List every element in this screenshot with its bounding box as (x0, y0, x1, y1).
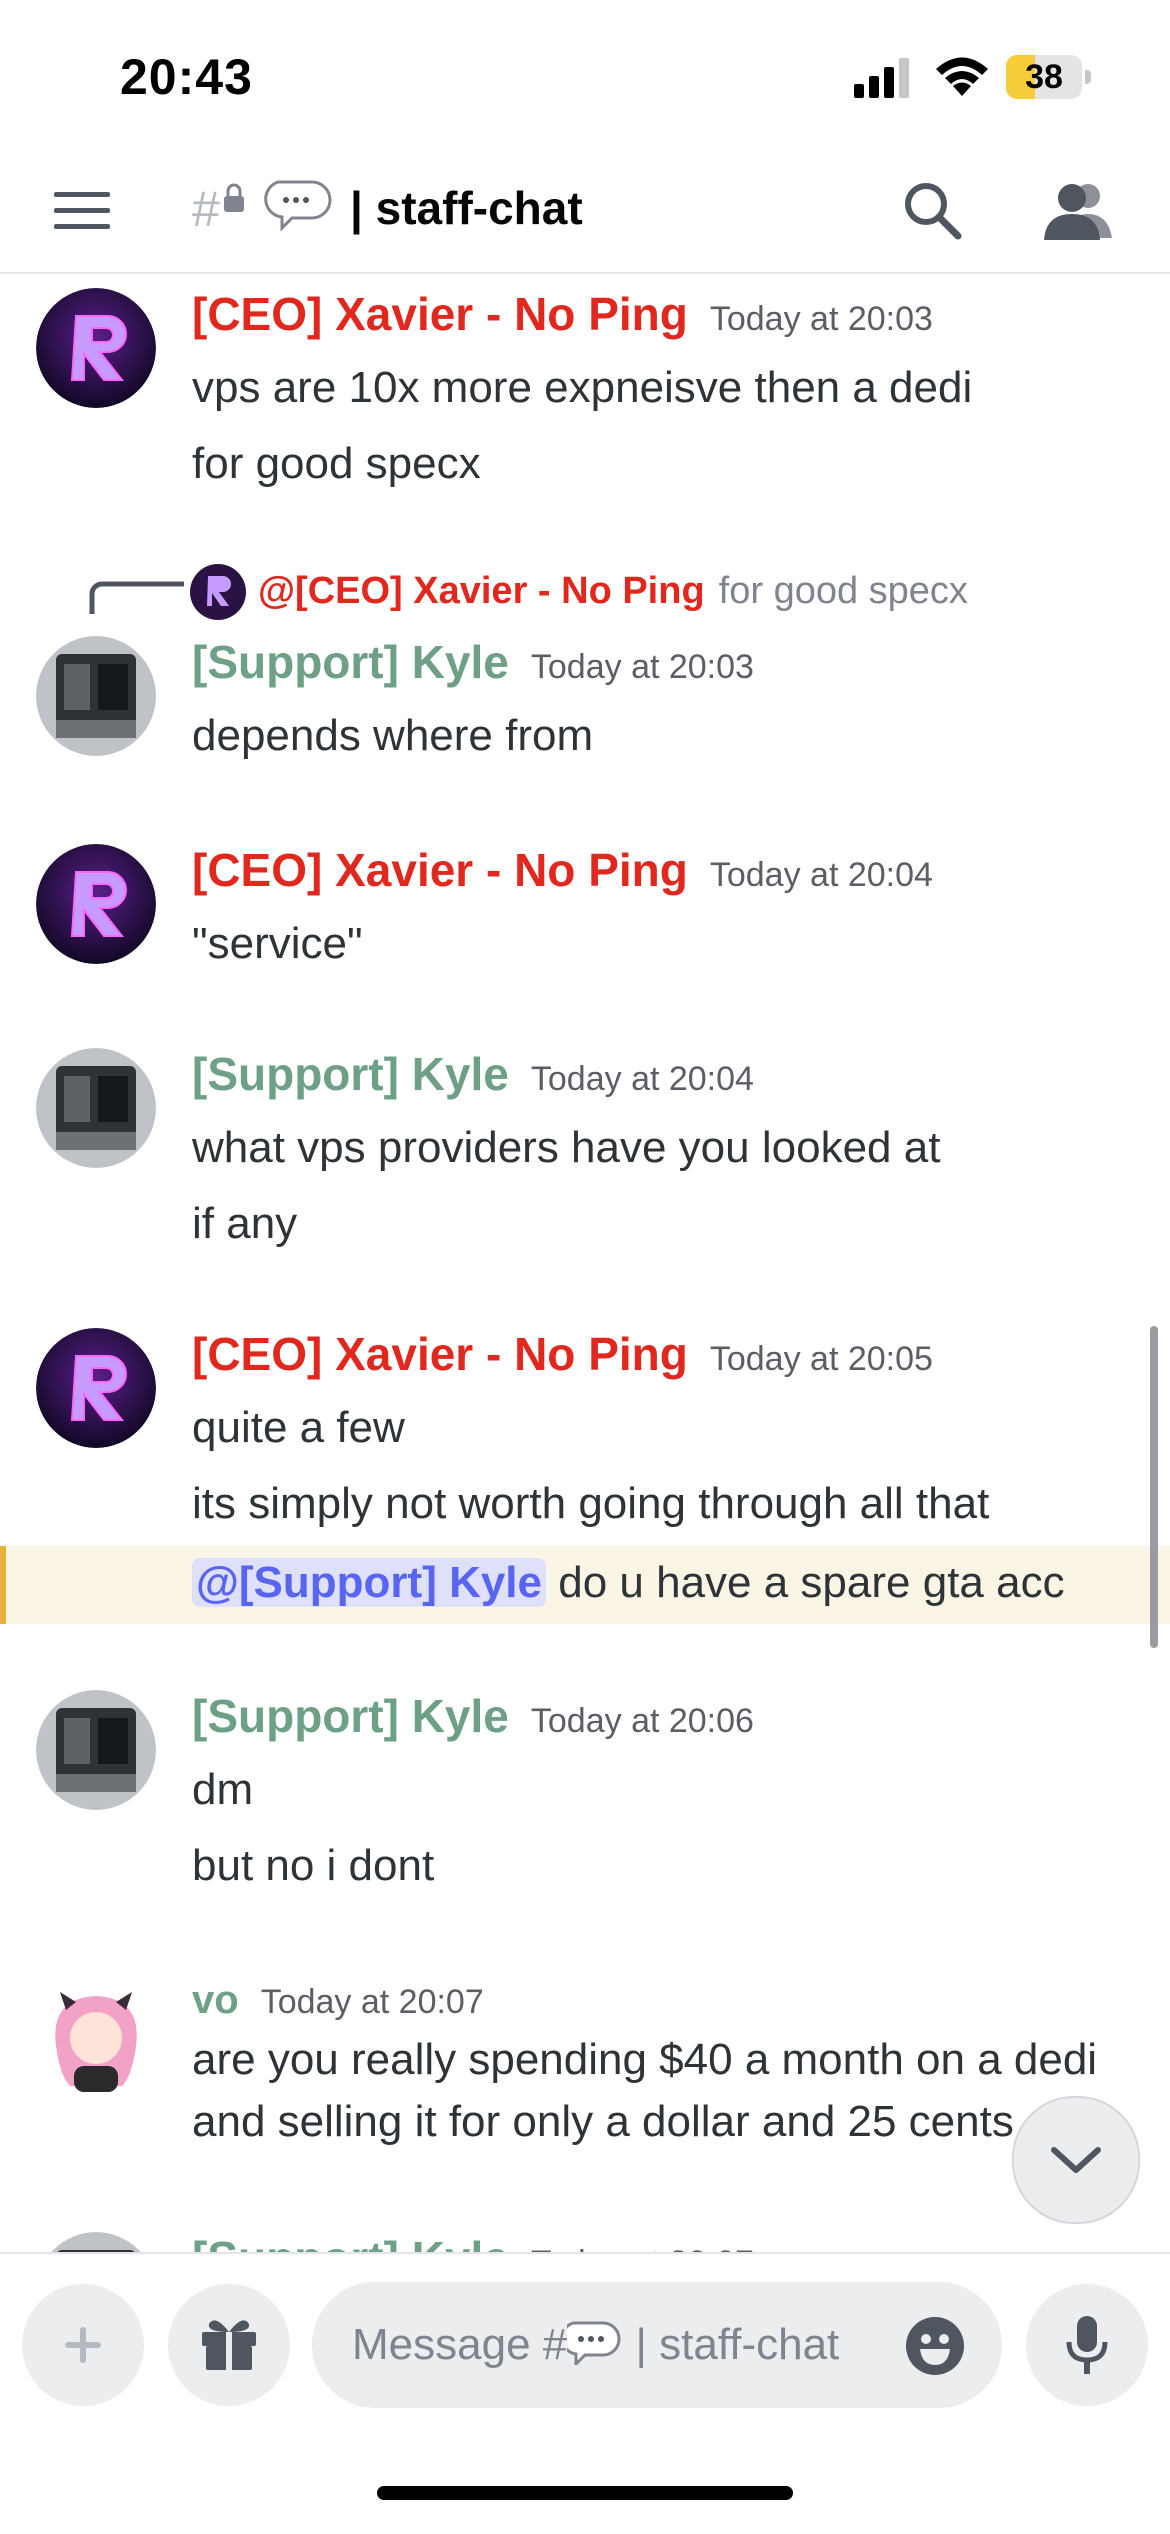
author-name[interactable]: [CEO] Xavier - No Ping Today at 20:04 (192, 842, 933, 903)
status-bar: 20:43 38 (0, 0, 1170, 150)
reply-avatar (190, 564, 246, 620)
message-text: dm (192, 1765, 254, 1814)
ceo-logo-icon (36, 288, 156, 408)
message-text-mention: @[Support] Kyle do u have a spare gta ac… (192, 1555, 1065, 1611)
author-name[interactable]: [Support] KyleToday at 20:07 (192, 2230, 754, 2252)
message-placeholder: Message # | staff-chat (352, 2320, 840, 2369)
svg-text:#: # (192, 181, 220, 237)
timestamp: Today at 20:04 (530, 1060, 754, 1098)
author-name[interactable]: vo Today at 20:07 (192, 1972, 484, 2030)
avatar-kyle[interactable] (36, 1690, 156, 1810)
message-text: quite a few (192, 1403, 405, 1452)
plus-icon (65, 2327, 101, 2363)
speech-bubble-icon (567, 2321, 621, 2365)
home-indicator[interactable] (377, 2486, 793, 2500)
kyle-avatar-image (36, 636, 156, 756)
timestamp: Today at 20:06 (530, 1702, 754, 1740)
gift-icon (202, 2320, 256, 2370)
kyle-avatar-image (51, 2232, 141, 2252)
timestamp: Today at 20:05 (709, 1340, 933, 1378)
battery-indicator: 38 (1006, 55, 1092, 99)
message-input[interactable]: Message # | staff-chat (312, 2282, 1002, 2408)
channel-type-icons: # (192, 180, 332, 237)
kyle-avatar-image (36, 1048, 156, 1168)
gift-button[interactable] (168, 2284, 290, 2406)
avatar-ceo[interactable] (36, 1328, 156, 1448)
user-mention[interactable]: @[Support] Kyle (192, 1558, 547, 1607)
author-name[interactable]: [Support] Kyle Today at 20:06 (192, 1688, 754, 1749)
author-name[interactable]: [Support] Kyle Today at 20:04 (192, 1046, 754, 1107)
message-text: its simply not worth going through all t… (192, 1479, 990, 1528)
voice-message-button[interactable] (1026, 2284, 1148, 2406)
avatar-vo[interactable] (36, 1976, 156, 2096)
avatar-kyle[interactable] (36, 636, 156, 756)
scrollbar[interactable] (1150, 1326, 1158, 1648)
reply-connector (89, 581, 184, 614)
cellular-signal-icon (854, 58, 909, 98)
author-name[interactable]: [CEO] Xavier - No Ping Today at 20:05 (192, 1326, 933, 1387)
wifi-icon (936, 57, 988, 96)
ceo-logo-icon (36, 1328, 156, 1448)
jump-to-present-button[interactable] (1012, 2096, 1140, 2224)
vo-avatar-image (36, 1976, 156, 2096)
timestamp: Today at 20:07 (260, 1983, 484, 2021)
reply-mention: @[CEO] Xavier - No Ping (258, 570, 705, 612)
timestamp: Today at 20:04 (709, 856, 933, 894)
message-text: "service" (192, 919, 363, 968)
battery-percent: 38 (1025, 58, 1063, 96)
channel-header: # | staff-chat (0, 150, 1170, 274)
reply-content: for good specx (718, 570, 968, 612)
message-text: are you really spending $40 a month on a… (192, 2035, 1098, 2084)
channel-name: staff-chat (375, 182, 583, 234)
avatar-kyle[interactable] (36, 1048, 156, 1168)
locked-channel-icon: # (192, 181, 244, 237)
menu-icon[interactable] (52, 186, 112, 236)
speech-bubble-icon (264, 180, 332, 232)
timestamp: Today at 20:03 (530, 648, 754, 686)
avatar-kyle[interactable] (36, 2232, 156, 2252)
message-text: for good specx (192, 439, 481, 488)
timestamp: Today at 20:03 (709, 300, 933, 338)
author-name[interactable]: [Support] Kyle Today at 20:03 (192, 634, 754, 695)
message-text: vps are 10x more expneisve then a dedi (192, 363, 973, 412)
reply-preview[interactable]: @[CEO] Xavier - No Ping for good specx (0, 550, 1170, 630)
chevron-down-icon (1051, 2147, 1101, 2173)
channel-separator: | (350, 182, 363, 234)
status-time: 20:43 (120, 49, 253, 105)
avatar-ceo[interactable] (36, 288, 156, 408)
emoji-icon[interactable] (904, 2315, 966, 2377)
message-text: but no i dont (192, 1841, 435, 1890)
message-text: depends where from (192, 711, 594, 760)
search-icon[interactable] (900, 178, 966, 244)
channel-title: | staff-chat (350, 178, 583, 238)
attach-button[interactable] (22, 2284, 144, 2406)
author-name[interactable]: [CEO] Xavier - No Ping Today at 20:03 (192, 286, 933, 347)
message-text: and selling it for only a dollar and 25 … (192, 2097, 1014, 2146)
message-list[interactable]: [CEO] Xavier - No Ping Today at 20:03 vps… (0, 272, 1170, 2252)
reply-text: @[CEO] Xavier - No Ping for good specx (258, 566, 968, 616)
message-text: what vps providers have you looked at (192, 1123, 941, 1172)
microphone-icon (1066, 2316, 1108, 2374)
avatar-ceo[interactable] (36, 844, 156, 964)
kyle-avatar-image (36, 1690, 156, 1810)
timestamp: Today at 20:07 (531, 2244, 754, 2252)
members-icon[interactable] (1040, 178, 1116, 244)
message-text: if any (192, 1199, 298, 1248)
ceo-logo-icon (36, 844, 156, 964)
